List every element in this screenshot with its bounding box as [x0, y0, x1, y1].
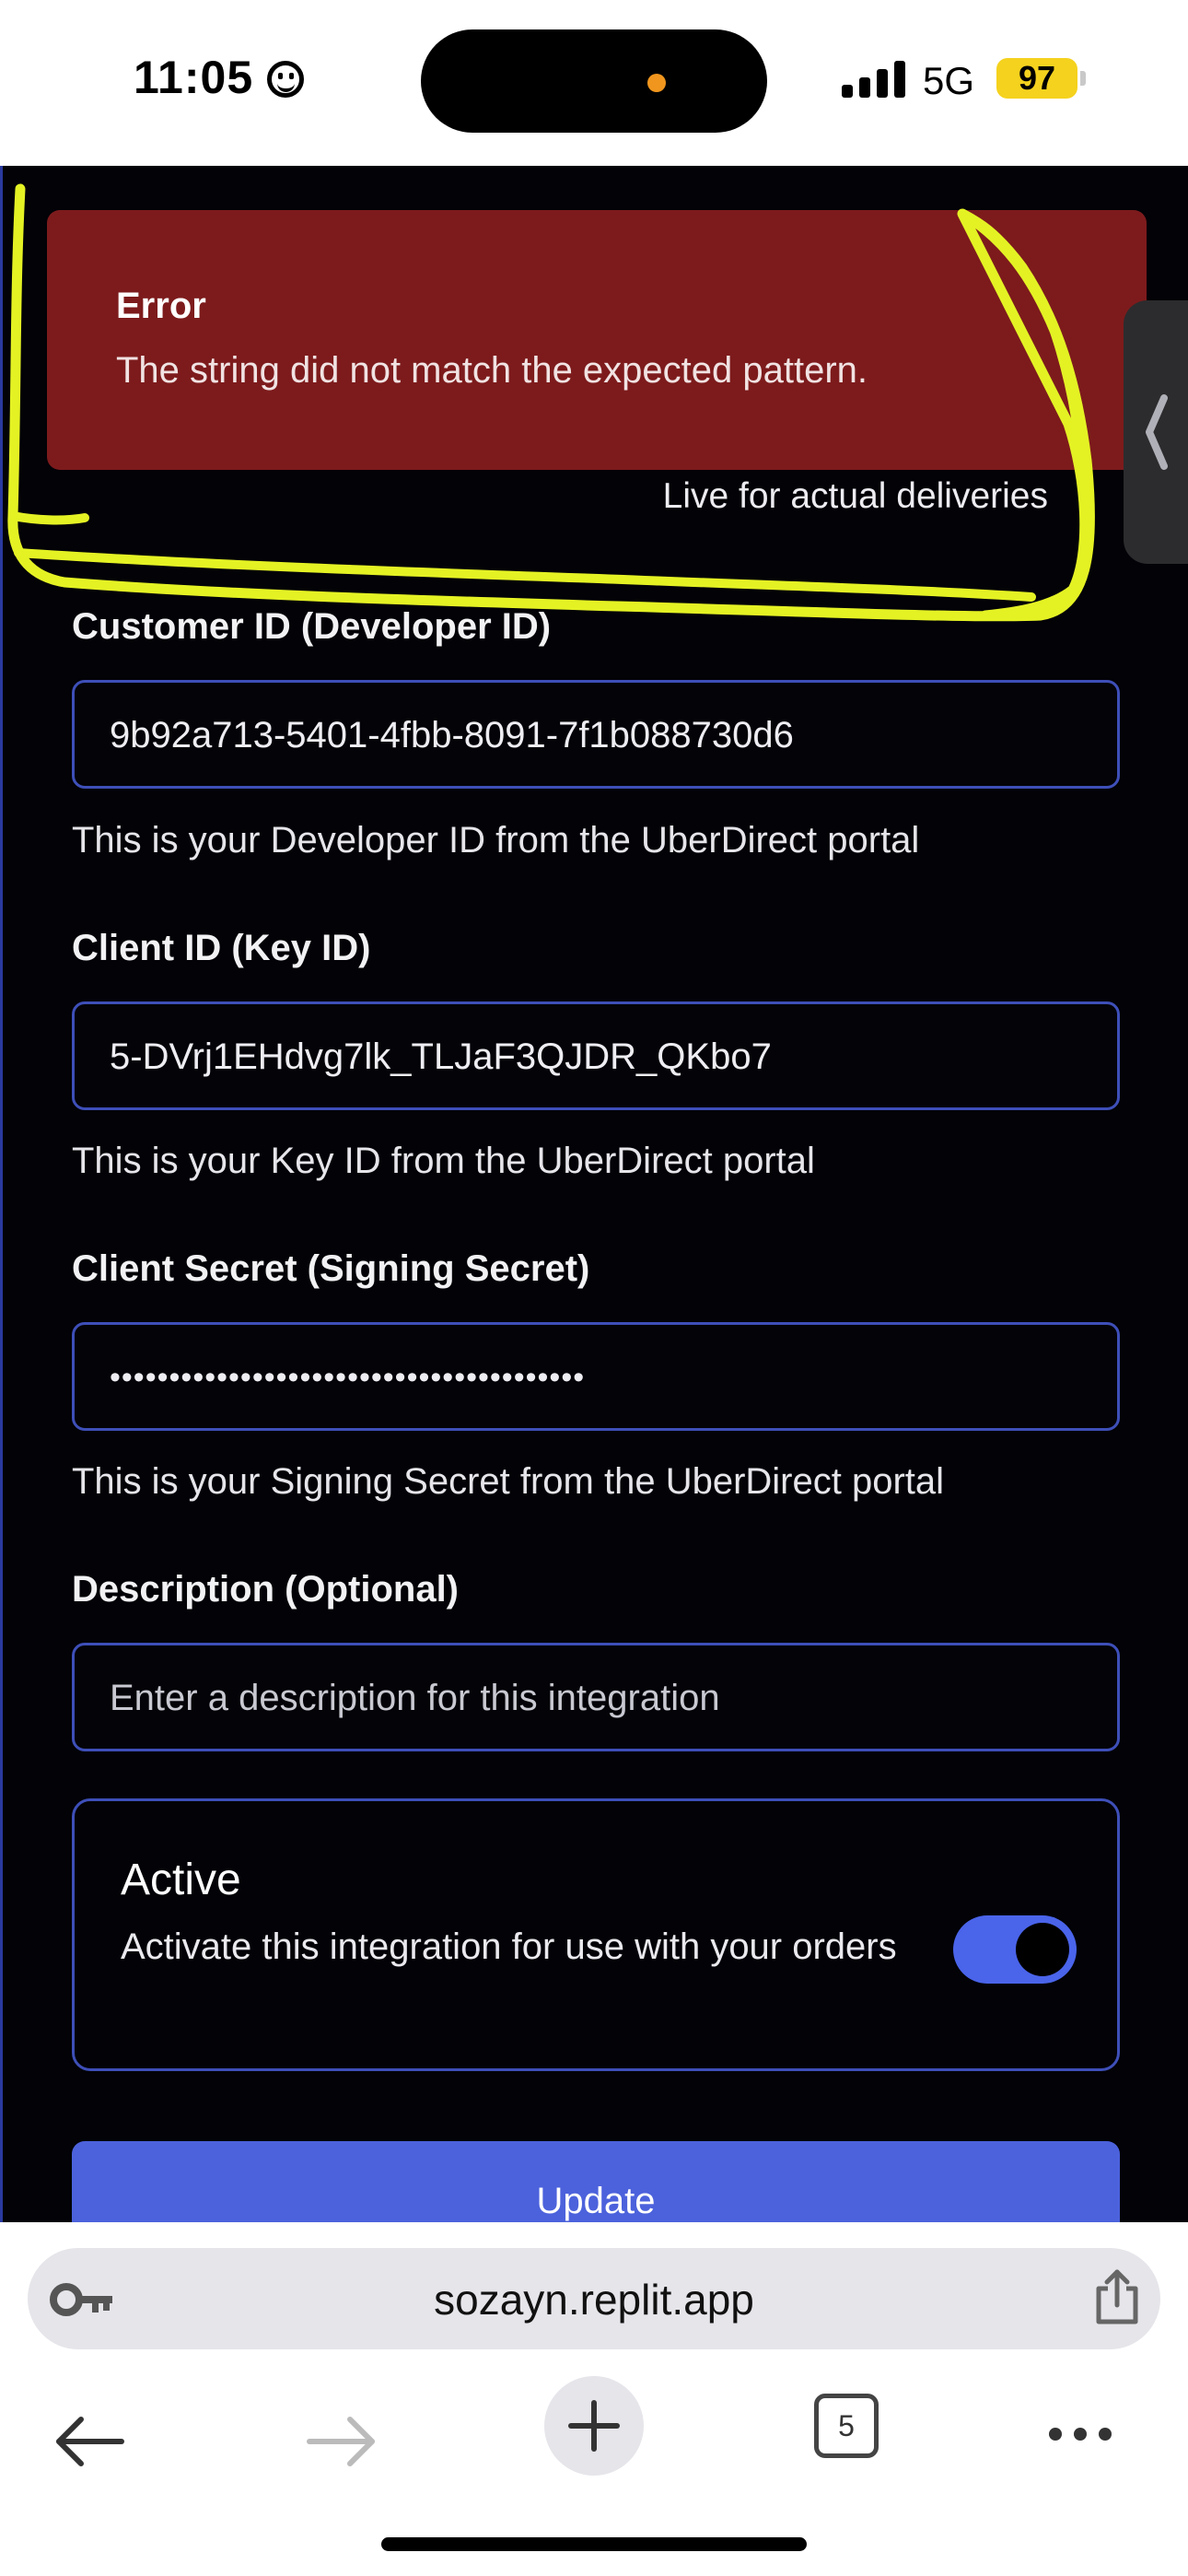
status-bar: 11:05 5G 97: [0, 0, 1188, 166]
description-placeholder: Enter a description for this integration: [110, 1678, 720, 1718]
dynamic-island: [421, 29, 767, 133]
chevron-left-icon: [1146, 394, 1168, 470]
customer-id-label: Customer ID (Developer ID): [72, 606, 552, 647]
tabs-button[interactable]: 5: [814, 2394, 879, 2458]
mic-indicator-icon: [647, 74, 666, 92]
active-setting-card: Active Activate this integration for use…: [72, 1798, 1120, 2071]
mode-note: Live for actual deliveries: [662, 476, 1048, 516]
client-id-label: Client ID (Key ID): [72, 928, 371, 968]
share-icon[interactable]: [1091, 2268, 1143, 2327]
sidebar-handle[interactable]: [1124, 300, 1188, 564]
network-type: 5G: [923, 59, 975, 102]
error-title: Error: [116, 286, 206, 326]
browser-toolbar: sozayn.replit.app 5: [0, 2222, 1188, 2576]
url-text: sozayn.replit.app: [434, 2276, 754, 2324]
battery-icon: 97: [996, 58, 1077, 99]
client-secret-label: Client Secret (Signing Secret): [72, 1248, 590, 1289]
update-button[interactable]: Update: [72, 2141, 1120, 2222]
active-toggle[interactable]: [953, 1915, 1077, 1984]
client-secret-help: This is your Signing Secret from the Ube…: [72, 1461, 945, 1502]
app-content: Error The string did not match the expec…: [0, 166, 1188, 2222]
smiley-icon: [267, 61, 304, 98]
status-time: 11:05: [134, 52, 254, 103]
error-message: The string did not match the expected pa…: [116, 350, 868, 391]
description-label: Description (Optional): [72, 1569, 459, 1610]
customer-id-help: This is your Developer ID from the UberD…: [72, 820, 920, 861]
active-description: Activate this integration for use with y…: [121, 1926, 897, 1967]
forward-arrow-icon[interactable]: [304, 2414, 378, 2469]
client-id-help: This is your Key ID from the UberDirect …: [72, 1141, 815, 1181]
home-indicator: [381, 2537, 807, 2551]
client-secret-masked-value: ••••••••••••••••••••••••••••••••••••••••: [110, 1360, 586, 1395]
more-options-icon[interactable]: [1046, 2423, 1114, 2445]
description-field[interactable]: Enter a description for this integration: [72, 1643, 1120, 1751]
client-id-field[interactable]: 5-DVrj1EHdvg7lk_TLJaF3QJDR_QKbo7: [72, 1001, 1120, 1110]
error-alert: Error The string did not match the expec…: [47, 210, 1147, 470]
active-title: Active: [121, 1856, 241, 1904]
client-id-value: 5-DVrj1EHdvg7lk_TLJaF3QJDR_QKbo7: [110, 1036, 772, 1077]
client-secret-field[interactable]: ••••••••••••••••••••••••••••••••••••••••: [72, 1322, 1120, 1431]
address-bar[interactable]: sozayn.replit.app: [28, 2248, 1160, 2349]
cellular-signal-icon: [842, 59, 906, 98]
customer-id-value: 9b92a713-5401-4fbb-8091-7f1b088730d6: [110, 715, 794, 755]
back-arrow-icon[interactable]: [53, 2414, 127, 2469]
customer-id-field[interactable]: 9b92a713-5401-4fbb-8091-7f1b088730d6: [72, 680, 1120, 789]
toggle-knob: [1016, 1923, 1069, 1976]
battery-tip: [1080, 71, 1086, 86]
new-tab-plus-icon[interactable]: [543, 2375, 645, 2476]
